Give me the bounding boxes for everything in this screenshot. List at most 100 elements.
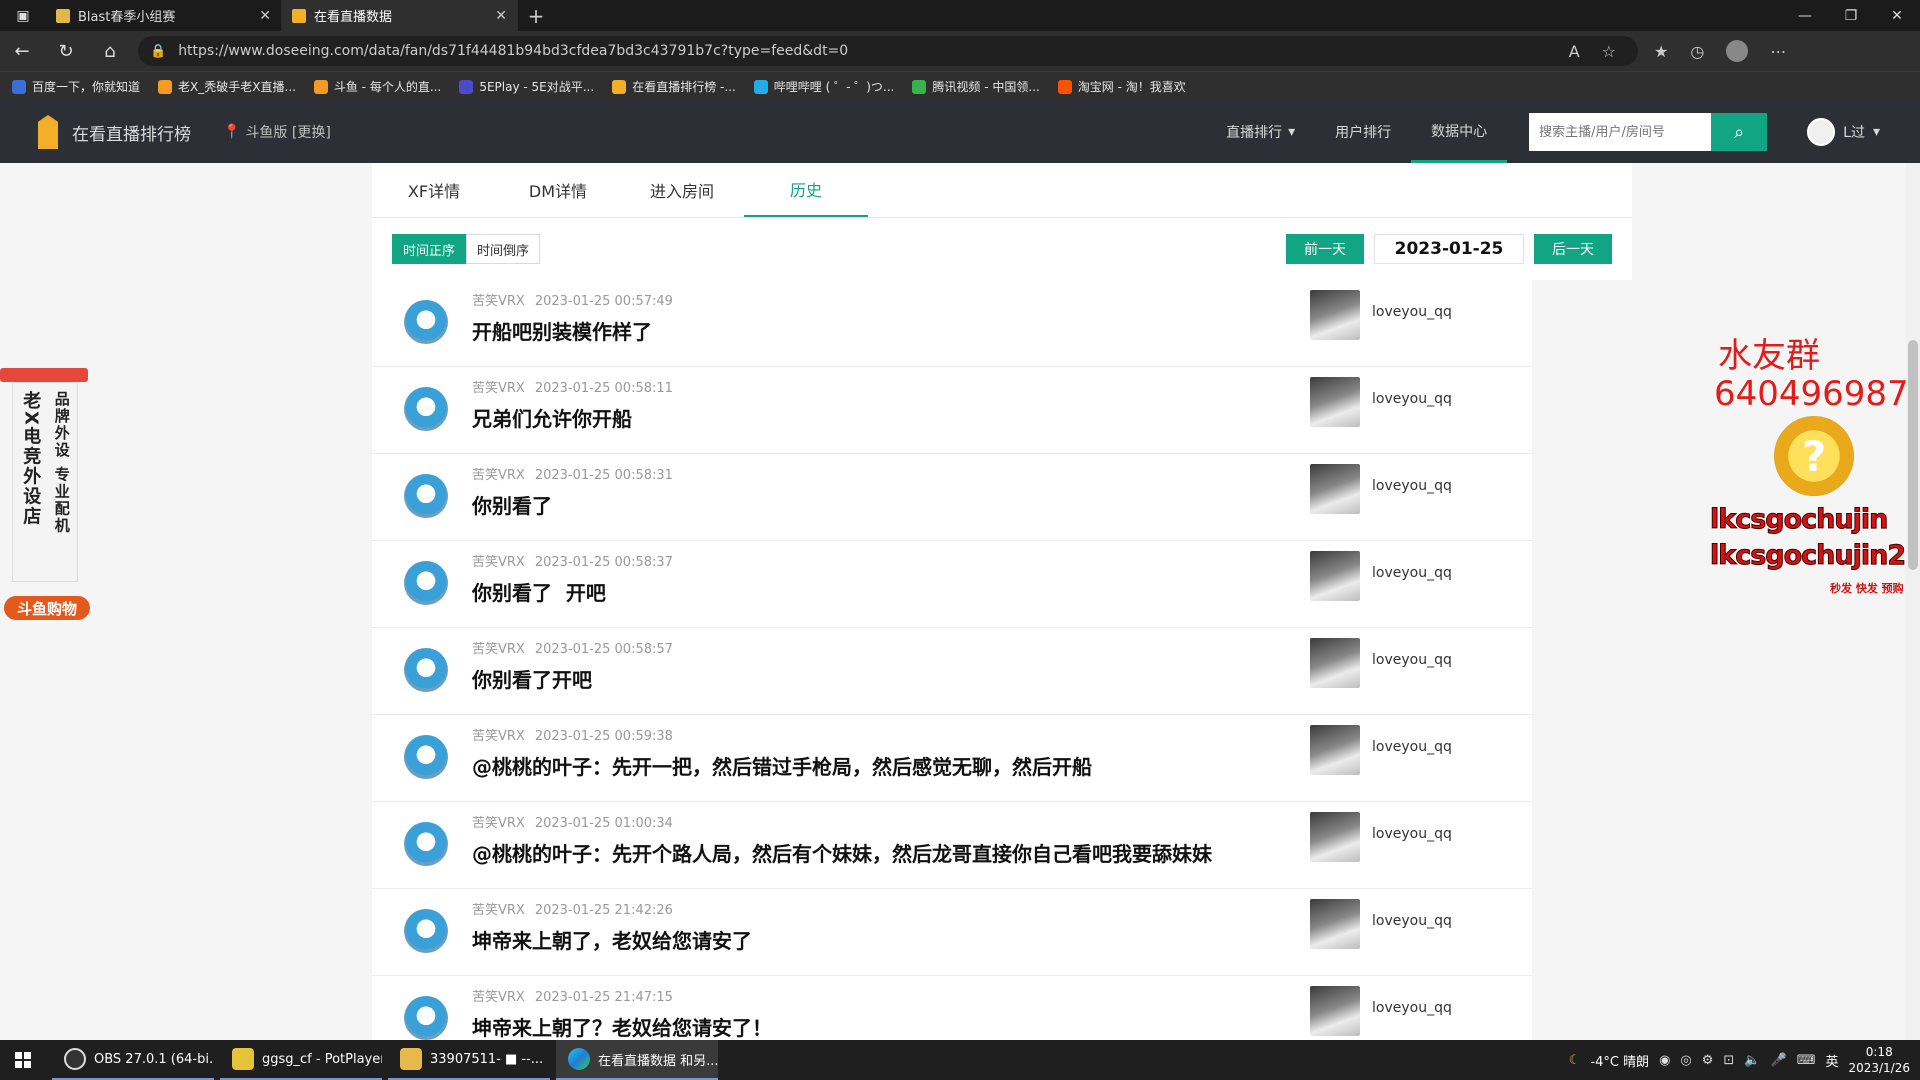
search-input[interactable]: [1529, 113, 1712, 151]
minimize-icon[interactable]: —: [1782, 0, 1828, 31]
room-avatar[interactable]: [1310, 986, 1360, 1036]
steam-icon[interactable]: ⚙: [1702, 1053, 1714, 1068]
tab-enter-room[interactable]: 进入房间: [620, 163, 744, 217]
network-icon[interactable]: ⊡: [1723, 1053, 1734, 1068]
bookmark-item[interactable]: 老X_秃破手老X直播...: [158, 78, 296, 95]
sender-name[interactable]: 苦笑VRX: [472, 903, 525, 918]
sender-name[interactable]: 苦笑VRX: [472, 468, 525, 483]
close-tab-icon[interactable]: ✕: [495, 8, 507, 24]
restore-icon[interactable]: ❐: [1828, 0, 1874, 31]
tray-app-icon[interactable]: ◎: [1680, 1053, 1691, 1068]
new-tab-button[interactable]: +: [518, 0, 554, 31]
taskbar-app-obs[interactable]: OBS 27.0.1 (64-bi...: [52, 1040, 214, 1080]
room-avatar[interactable]: [1310, 464, 1360, 514]
left-ad-banner[interactable]: 老X电竞外设店 品牌外设 专业配机 斗鱼购物: [0, 368, 90, 623]
room-avatar[interactable]: [1310, 377, 1360, 427]
browser-tab-1[interactable]: Blast春季小组赛 ✕: [46, 0, 282, 31]
avatar[interactable]: [404, 561, 448, 605]
room-avatar[interactable]: [1310, 551, 1360, 601]
more-menu-icon[interactable]: ⋯: [1770, 42, 1786, 61]
volume-icon[interactable]: 🔈: [1744, 1053, 1760, 1068]
keyboard-icon[interactable]: ⌨: [1797, 1053, 1816, 1068]
tab-history[interactable]: 历史: [744, 163, 868, 217]
bookmark-item[interactable]: 百度一下，你就知道: [12, 78, 140, 95]
room-username[interactable]: loveyou_qq: [1372, 652, 1452, 668]
sender-name[interactable]: 苦笑VRX: [472, 990, 525, 1005]
avatar[interactable]: [404, 387, 448, 431]
tab-bar: ▣ Blast春季小组赛 ✕ 在看直播数据 ✕ + — ❐ ✕: [0, 0, 1920, 31]
back-icon[interactable]: ←: [0, 31, 44, 71]
start-button[interactable]: [0, 1040, 46, 1080]
prev-day-button[interactable]: 前一天: [1286, 234, 1364, 264]
close-window-icon[interactable]: ✕: [1874, 0, 1920, 31]
clock[interactable]: 0:18 2023/1/26: [1848, 1044, 1910, 1076]
search-button[interactable]: ⌕: [1711, 113, 1768, 151]
bookmark-item[interactable]: 在看直播排行榜 -...: [612, 78, 736, 95]
ime-indicator[interactable]: 英: [1825, 1051, 1838, 1070]
home-icon[interactable]: ⌂: [88, 31, 132, 71]
tray-app-icon[interactable]: ◉: [1659, 1053, 1670, 1068]
avatar[interactable]: [404, 996, 448, 1040]
next-day-button[interactable]: 后一天: [1534, 234, 1612, 264]
date-field[interactable]: 2023-01-25: [1374, 234, 1524, 264]
room-username[interactable]: loveyou_qq: [1372, 826, 1452, 842]
room-avatar[interactable]: [1310, 725, 1360, 775]
window-menu-icon[interactable]: ▣: [0, 0, 46, 31]
history-icon[interactable]: ◷: [1690, 42, 1704, 61]
sender-name[interactable]: 苦笑VRX: [472, 555, 525, 570]
avatar[interactable]: [404, 474, 448, 518]
address-bar: ← ↻ ⌂ 🔒 https://www.doseeing.com/data/fa…: [0, 31, 1920, 71]
sender-name[interactable]: 苦笑VRX: [472, 729, 525, 744]
nav-data-center[interactable]: 数据中心: [1411, 101, 1508, 163]
taskbar-app-potplayer[interactable]: ggsg_cf - PotPlayer: [220, 1040, 382, 1080]
tab-xf-detail[interactable]: XF详情: [372, 163, 496, 217]
user-menu[interactable]: L过 ▾: [1807, 118, 1880, 146]
nav-user-ranking[interactable]: 用户排行: [1315, 101, 1411, 163]
region-switcher[interactable]: 📍 斗鱼版 [更换]: [223, 122, 331, 142]
add-favorite-icon[interactable]: ☆: [1602, 42, 1616, 61]
bookmark-item[interactable]: 斗鱼 - 每个人的直...: [313, 78, 441, 95]
sender-name[interactable]: 苦笑VRX: [472, 816, 525, 831]
browser-tab-2[interactable]: 在看直播数据 ✕: [282, 0, 518, 31]
avatar[interactable]: [404, 822, 448, 866]
room-avatar[interactable]: [1310, 899, 1360, 949]
profile-avatar[interactable]: [1726, 40, 1749, 62]
avatar[interactable]: [404, 735, 448, 779]
microphone-icon[interactable]: 🎤: [1771, 1053, 1787, 1068]
room-username[interactable]: loveyou_qq: [1372, 739, 1452, 755]
timestamp: 2023-01-25 01:00:34: [534, 816, 673, 831]
avatar[interactable]: [404, 300, 448, 344]
douyu-shopping-button[interactable]: 斗鱼购物: [4, 596, 90, 620]
room-avatar[interactable]: [1310, 812, 1360, 862]
avatar[interactable]: [404, 909, 448, 953]
taskbar-app-3[interactable]: 33907511- ■ --...: [388, 1040, 550, 1080]
room-username[interactable]: loveyou_qq: [1372, 565, 1452, 581]
bookmark-item[interactable]: 5EPlay - 5E对战平...: [459, 78, 594, 95]
sort-asc-button[interactable]: 时间正序: [392, 234, 467, 264]
bookmark-item[interactable]: 哔哩哔哩 ( ゜- ゜)つ...: [753, 78, 894, 95]
room-avatar[interactable]: [1310, 290, 1360, 340]
sender-name[interactable]: 苦笑VRX: [472, 381, 525, 396]
url-field[interactable]: 🔒 https://www.doseeing.com/data/fan/ds71…: [138, 36, 1638, 66]
room-username[interactable]: loveyou_qq: [1372, 391, 1452, 407]
site-logo[interactable]: 在看直播排行榜: [38, 115, 191, 149]
sender-name[interactable]: 苦笑VRX: [472, 642, 525, 657]
favorites-icon[interactable]: ★: [1654, 42, 1668, 61]
avatar[interactable]: [404, 648, 448, 692]
refresh-icon[interactable]: ↻: [44, 31, 88, 71]
close-tab-icon[interactable]: ✕: [259, 8, 271, 24]
tab-dm-detail[interactable]: DM详情: [496, 163, 620, 217]
room-username[interactable]: loveyou_qq: [1372, 304, 1452, 320]
room-avatar[interactable]: [1310, 638, 1360, 688]
room-username[interactable]: loveyou_qq: [1372, 1000, 1452, 1016]
taskbar-app-edge[interactable]: 在看直播数据 和另...: [556, 1040, 718, 1080]
weather-text[interactable]: -4°C 晴朗: [1590, 1051, 1649, 1070]
room-username[interactable]: loveyou_qq: [1372, 478, 1452, 494]
sort-desc-button[interactable]: 时间倒序: [466, 234, 541, 264]
sender-name[interactable]: 苦笑VRX: [472, 294, 525, 309]
nav-live-ranking[interactable]: 直播排行 ▾: [1206, 101, 1315, 163]
room-username[interactable]: loveyou_qq: [1372, 913, 1452, 929]
bookmark-item[interactable]: 淘宝网 - 淘！我喜欢: [1057, 78, 1186, 95]
read-aloud-icon[interactable]: A: [1569, 42, 1580, 61]
bookmark-item[interactable]: 腾讯视频 - 中国领...: [912, 78, 1040, 95]
